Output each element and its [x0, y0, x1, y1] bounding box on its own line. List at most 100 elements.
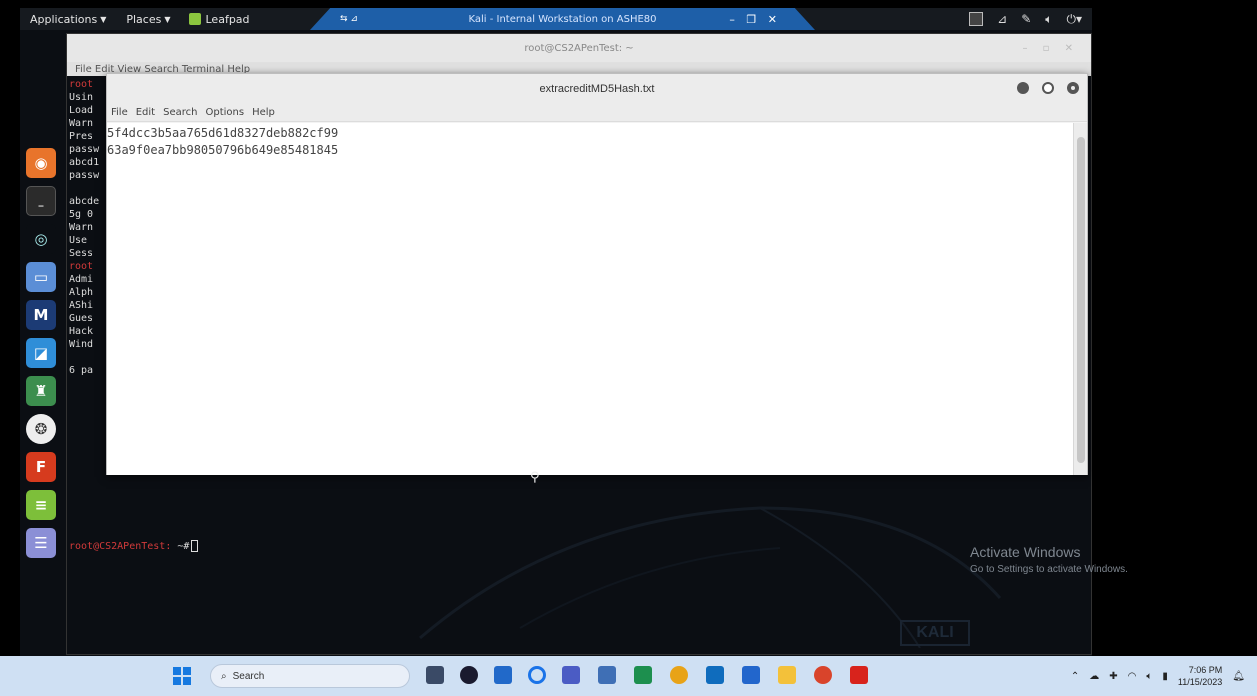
leafpad-task-label: Leafpad — [205, 12, 250, 26]
network-icon[interactable]: ⊿ — [997, 12, 1007, 26]
clock[interactable]: 7:06 PM 11/15/2023 — [1178, 664, 1222, 688]
clock-time: 7:06 PM — [1188, 665, 1223, 675]
leafpad-icon — [188, 13, 201, 25]
terminal-line: Warn — [69, 222, 94, 233]
store-icon[interactable] — [494, 666, 512, 684]
file-explorer-icon[interactable] — [778, 666, 796, 684]
cortana-icon[interactable] — [528, 666, 546, 684]
maximize-icon[interactable] — [1042, 82, 1054, 94]
terminal-window-controls[interactable]: – ▫ ✕ — [1022, 43, 1079, 54]
applications-menu-label: Applications — [30, 12, 98, 26]
files-icon[interactable]: ▭ — [26, 262, 56, 292]
hyperv-icon[interactable] — [598, 666, 616, 684]
leafpad-title: extracreditMD5Hash.txt — [539, 83, 655, 95]
acrobat-icon[interactable] — [850, 666, 868, 684]
menu-edit[interactable]: Edit — [136, 107, 155, 118]
terminal-line: Warn — [69, 118, 94, 129]
scrollbar-thumb[interactable] — [1077, 137, 1085, 463]
app-tray-icon[interactable]: ✚ — [1109, 671, 1117, 682]
terminal-line: Pres — [69, 131, 94, 142]
battery-icon[interactable]: ▮ — [1162, 671, 1168, 682]
terminal-line: 5g 0 — [69, 209, 94, 220]
clock-date: 11/15/2023 — [1177, 677, 1223, 687]
volume-icon[interactable]: 🔈︎ — [1146, 671, 1152, 682]
terminal-line: AShi — [69, 300, 94, 311]
vm-window-controls[interactable]: – ❐ ✕ — [729, 13, 781, 26]
text-line: 5f4dcc3b5aa765d61d8327deb882cf99 — [107, 126, 339, 140]
pen-icon[interactable]: ✎ — [1021, 12, 1031, 26]
activate-windows-title: Activate Windows — [970, 544, 1081, 560]
kali-top-panel: Applications ▼ Places ▼ Leafpad ⇆ ⊿ Kali… — [20, 8, 1092, 30]
leafpad-window-controls — [1017, 82, 1079, 94]
workspace-icon[interactable] — [969, 12, 984, 26]
chevron-down-icon: ▼ — [164, 14, 171, 24]
chrome-icon[interactable] — [670, 666, 688, 684]
terminal-line: Gues — [69, 313, 94, 324]
remote-desktop: Applications ▼ Places ▼ Leafpad ⇆ ⊿ Kali… — [20, 8, 1092, 656]
search-placeholder: Search — [232, 670, 265, 682]
menu-help[interactable]: Help — [252, 107, 275, 118]
activate-windows-watermark: Activate Windows Go to Settings to activ… — [970, 544, 1128, 575]
activate-windows-subtitle: Go to Settings to activate Windows. — [970, 564, 1128, 575]
chevron-down-icon: ▼ — [100, 14, 107, 24]
notification-icon[interactable]: 🔔︎ — [1232, 671, 1245, 682]
menu-file[interactable]: File — [111, 107, 128, 118]
terminal-line: Sess — [69, 248, 94, 259]
terminal-line: root — [69, 79, 94, 90]
task-view-icon[interactable] — [426, 666, 444, 684]
chat-icon[interactable] — [460, 666, 478, 684]
leafpad-text-area[interactable]: 5f4dcc3b5aa765d61d8327deb882cf99 63a9f0e… — [107, 123, 1075, 475]
faraday-icon[interactable]: F — [26, 452, 56, 482]
notes-icon[interactable]: ☰ — [26, 528, 56, 558]
firefox-icon[interactable]: ◉ — [26, 148, 56, 178]
beef-icon[interactable]: ❂ — [26, 414, 56, 444]
terminal-line: Admi — [69, 274, 94, 285]
search-icon: ⌕ — [221, 670, 227, 682]
terminal-title: root@CS2APenTest: ~ — [524, 42, 634, 54]
power-icon[interactable]: ⏻▾ — [1066, 12, 1082, 27]
metasploit-icon[interactable]: M — [26, 300, 56, 330]
leafpad-scrollbar[interactable] — [1073, 123, 1087, 475]
terminal-icon[interactable]: _ — [26, 186, 56, 216]
terminal-line: Use — [69, 235, 88, 246]
places-menu-label: Places — [126, 12, 162, 26]
onedrive-icon[interactable]: ☁ — [1089, 671, 1099, 682]
menu-options[interactable]: Options — [205, 107, 244, 118]
leafpad-taskbar-button[interactable]: Leafpad — [181, 8, 258, 30]
leafpad-icon[interactable]: ≡ — [26, 490, 56, 520]
places-menu[interactable]: Places ▼ — [116, 8, 180, 30]
volume-icon[interactable]: 🔈︎ — [1045, 12, 1052, 27]
app-icon[interactable] — [634, 666, 652, 684]
terminal-titlebar[interactable]: root@CS2APenTest: ~ – ▫ ✕ — [67, 34, 1091, 62]
kali-dock: ◉ _ ◎ ▭ M ◪ ♜ ❂ F ≡ ☰ — [20, 148, 62, 648]
terminal-line: Hack — [69, 326, 94, 337]
taskbar-search-box[interactable]: ⌕ Search — [210, 664, 410, 688]
teams-icon[interactable] — [742, 666, 760, 684]
vm-connection-bar[interactable]: ⇆ ⊿ Kali - Internal Workstation on ASHE8… — [310, 8, 815, 30]
terminal-cursor — [191, 540, 199, 552]
leafpad-titlebar[interactable]: extracreditMD5Hash.txt — [107, 74, 1087, 104]
terminal-line: abcde — [69, 196, 100, 207]
vm-window-title: Kali - Internal Workstation on ASHE80 — [468, 13, 657, 25]
wifi-icon[interactable]: ◠ — [1128, 671, 1137, 682]
terminal-line: 6 pa — [69, 365, 94, 376]
menu-search[interactable]: Search — [163, 107, 197, 118]
leafpad-window[interactable]: extracreditMD5Hash.txt File Edit Search … — [106, 73, 1088, 475]
mail-icon[interactable] — [706, 666, 724, 684]
text-line: 63a9f0ea7bb98050796b649e85481845 — [107, 143, 339, 157]
windows-start-icon[interactable] — [173, 667, 191, 685]
burp-icon[interactable]: ◪ — [26, 338, 56, 368]
kali-logo: KALI — [900, 620, 970, 646]
minimize-icon[interactable] — [1017, 82, 1029, 94]
chevron-up-icon[interactable]: ⌃ — [1071, 671, 1079, 682]
applications-menu[interactable]: Applications ▼ — [20, 8, 116, 30]
terminal-prompt: root@CS2APenTest: ~# — [69, 540, 199, 553]
eye-icon[interactable]: ◎ — [26, 224, 56, 254]
armitage-icon[interactable]: ♜ — [26, 376, 56, 406]
vm-pin-icon[interactable]: ⇆ ⊿ — [340, 14, 358, 24]
close-icon[interactable] — [1067, 82, 1079, 94]
kali-panel-tray: ⊿ ✎ 🔈︎ ⏻▾ — [969, 8, 1082, 30]
remote-desktop-icon[interactable] — [562, 666, 580, 684]
browser-icon[interactable] — [814, 666, 832, 684]
